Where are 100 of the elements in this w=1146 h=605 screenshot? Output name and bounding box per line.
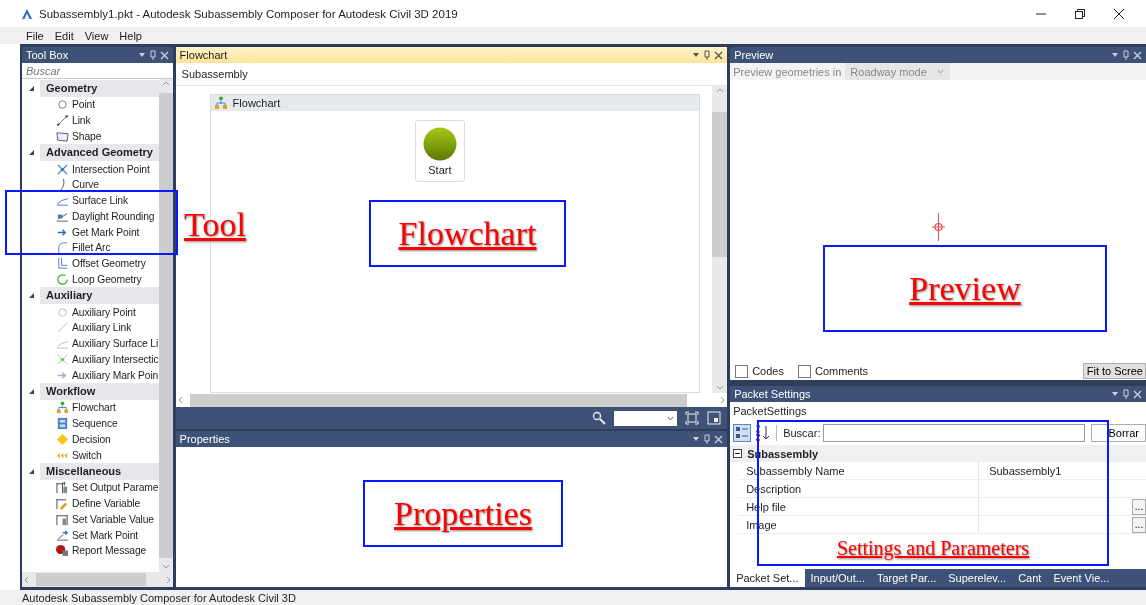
collapse-icon[interactable] (733, 449, 743, 458)
search-label: Buscar: (783, 427, 821, 439)
fit-screen-icon[interactable] (685, 411, 700, 425)
set-mark-icon (56, 528, 69, 542)
collapse-triangle-icon[interactable] (27, 468, 35, 475)
tool-item[interactable]: Define Variable (22, 495, 159, 512)
callout-label: Settings and Parameters (836, 536, 1030, 562)
browse-button[interactable]: ... (1132, 498, 1146, 515)
tool-item[interactable]: Daylight Rounding (22, 208, 159, 225)
search-icon[interactable] (592, 411, 607, 425)
set-variable-icon (56, 512, 69, 526)
tool-item[interactable]: Decision (22, 431, 159, 448)
scrollbar-thumb[interactable] (712, 112, 728, 257)
categorized-icon[interactable] (733, 424, 752, 442)
start-node[interactable]: Start (414, 120, 465, 182)
callout-label: Tool (184, 205, 246, 245)
tool-item[interactable]: Auxiliary Point (22, 304, 159, 320)
tool-item[interactable]: Set Output Parame (22, 480, 159, 496)
circle-icon (56, 98, 69, 112)
collapse-triangle-icon[interactable] (27, 149, 35, 157)
tab[interactable]: Cant (1012, 569, 1048, 587)
tab[interactable]: Event Vie... (1047, 569, 1116, 587)
group-header[interactable]: Advanced Geometry (40, 144, 159, 162)
tool-item[interactable]: Auxiliary Surface Li (22, 335, 159, 352)
sort-alphabetical-icon[interactable] (754, 425, 771, 441)
checkbox[interactable] (735, 364, 749, 378)
restore-icon[interactable] (1075, 8, 1085, 19)
dropdown-icon[interactable] (692, 51, 701, 59)
tool-item[interactable]: Auxiliary Intersectic (22, 351, 159, 368)
scrollbar-thumb[interactable] (158, 93, 173, 558)
group-header[interactable]: Geometry (40, 80, 159, 97)
caret-icon (936, 69, 944, 74)
mode-label: Preview geometries in (733, 65, 842, 78)
menu-item[interactable]: Help (119, 29, 142, 42)
menu-item[interactable]: View (84, 29, 109, 42)
dropdown-icon[interactable] (1111, 390, 1119, 398)
tool-item[interactable]: Link (22, 112, 159, 129)
tool-item[interactable]: Switch (22, 447, 159, 463)
window-title: Subassembly1.pkt - Autodesk Subassembly Composer for Autodesk Civil 3D 2019 (39, 7, 459, 20)
output-param-icon (56, 481, 69, 495)
diamond-icon (56, 432, 69, 446)
tool-item[interactable]: Flowchart (22, 400, 159, 416)
tool-item[interactable]: Surface Link (22, 192, 159, 209)
tool-item[interactable]: Sequence (22, 415, 159, 432)
tool-item[interactable]: Set Variable Value (22, 511, 159, 528)
tool-item[interactable]: Set Mark Point (22, 527, 159, 543)
tab[interactable]: Superelev... (942, 569, 1013, 587)
quadrilateral-icon (56, 129, 69, 143)
panel-title: Preview (734, 49, 775, 61)
cross-icon (56, 162, 69, 176)
scrollbar-thumb[interactable] (189, 393, 688, 407)
panel-title: Tool Box (26, 49, 70, 61)
dropdown-icon[interactable] (692, 435, 701, 443)
tool-item[interactable]: Get Mark Point (22, 224, 159, 240)
group-header[interactable]: Workflow (40, 383, 159, 400)
tool-item[interactable]: Loop Geometry (22, 271, 159, 288)
clear-button[interactable]: Borrar (1091, 424, 1146, 442)
line-icon (56, 114, 69, 128)
checkbox[interactable] (797, 364, 811, 378)
tab[interactable]: Packet Set... (730, 569, 805, 587)
canvas-title: Flowchart (232, 97, 281, 109)
tab[interactable]: Input/Out... (804, 569, 871, 587)
define-variable-icon (56, 497, 69, 511)
tool-item[interactable]: Report Message (22, 543, 159, 559)
dropdown-icon[interactable] (137, 51, 146, 59)
scrollbar-thumb[interactable] (36, 573, 146, 586)
collapse-triangle-icon[interactable] (27, 292, 35, 300)
tool-item[interactable]: Intersection Point (22, 161, 159, 177)
collapse-triangle-icon[interactable] (27, 388, 35, 395)
close-icon[interactable] (714, 50, 724, 60)
tool-item[interactable]: Auxiliary Link (22, 320, 159, 336)
line-icon (56, 321, 69, 335)
circle-icon (422, 126, 457, 161)
zoom-combo[interactable] (614, 410, 678, 426)
tool-item[interactable]: Auxiliary Mark Poin (22, 367, 159, 383)
callout-label: Preview (909, 268, 1021, 309)
group-header[interactable]: Miscellaneous (40, 463, 159, 480)
pin-icon[interactable] (704, 50, 711, 60)
browse-button[interactable]: ... (1132, 516, 1146, 533)
caret-icon (667, 415, 675, 421)
collapse-triangle-icon[interactable] (27, 85, 35, 92)
close-icon[interactable] (1114, 8, 1124, 19)
breadcrumb[interactable]: Subassembly (175, 63, 728, 86)
tool-item[interactable]: Point (22, 97, 159, 113)
fit-to-screen-button[interactable]: Fit to Scree (1082, 363, 1146, 379)
property-value[interactable]: Subassembly1 (989, 464, 1062, 477)
tool-item[interactable]: Offset Geometry (22, 255, 159, 272)
menu-item[interactable]: Edit (54, 29, 74, 42)
menu-item[interactable]: File (26, 29, 44, 42)
flowchart-icon (56, 401, 69, 415)
report-icon (56, 544, 69, 558)
dropdown-icon[interactable] (1111, 51, 1119, 59)
search-field[interactable] (823, 424, 1086, 442)
window-icon[interactable] (707, 411, 722, 425)
callout-label: Flowchart (398, 213, 537, 254)
tool-item[interactable]: Curve (22, 177, 159, 193)
tool-item[interactable]: Shape (22, 128, 159, 145)
group-header[interactable]: Auxiliary (40, 287, 159, 305)
tool-item[interactable]: Fillet Arc (22, 240, 159, 256)
tab[interactable]: Target Par... (870, 569, 943, 587)
